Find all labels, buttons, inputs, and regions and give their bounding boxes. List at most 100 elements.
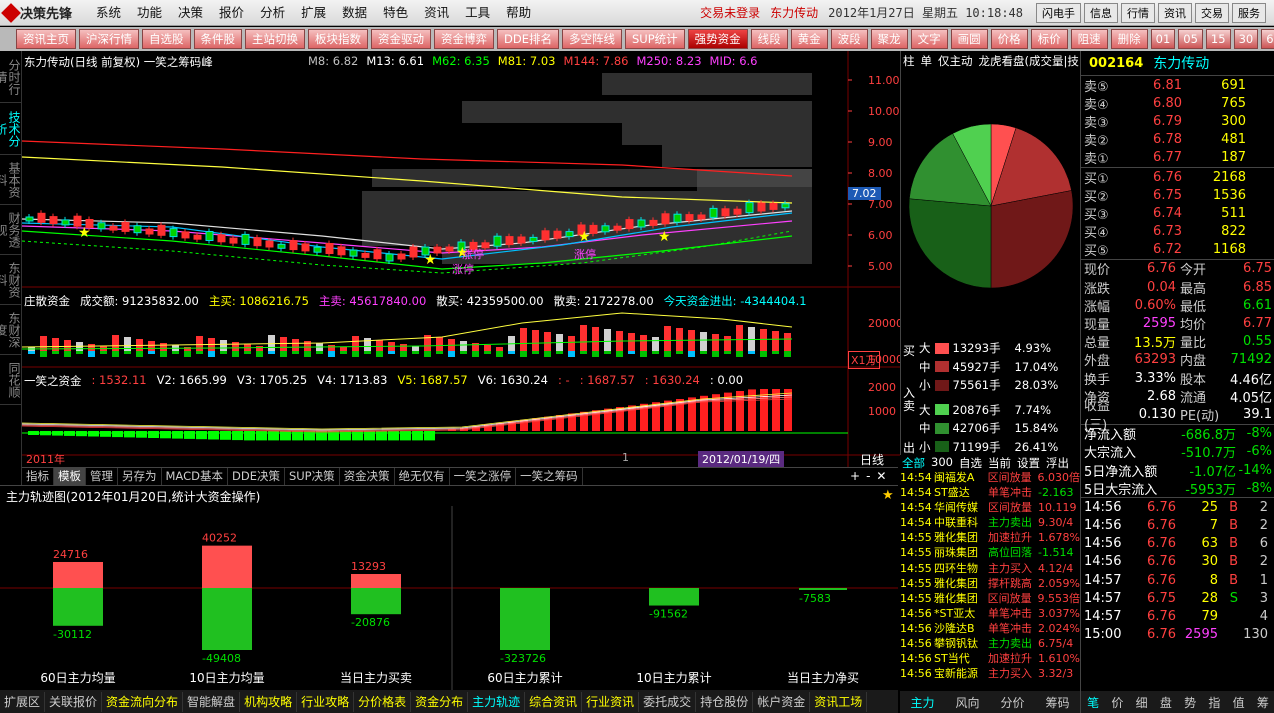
indicator-tab-10[interactable]: 一笑之筹码 <box>516 468 583 485</box>
top-button-5[interactable]: 服务 <box>1232 2 1266 23</box>
toolbar-button-5[interactable]: 板块指数 <box>308 29 368 49</box>
quote-bottom-tab-4[interactable]: 势 <box>1178 694 1202 711</box>
left-tab-3[interactable]: 财务透视 <box>0 205 22 255</box>
pie-tab-3[interactable]: 龙虎看盘(成交量|技 <box>979 53 1079 68</box>
alert-bottom-tab-1[interactable]: 风向 <box>945 694 990 711</box>
pie-tab-0[interactable]: 柱 <box>903 53 915 68</box>
toolbar-button-9[interactable]: 多空阵线 <box>561 29 622 49</box>
alert-tab-1[interactable]: 300 <box>931 455 953 470</box>
toolbar-button-2[interactable]: 自选股 <box>142 29 191 49</box>
quote-bottom-tab-5[interactable]: 指 <box>1202 694 1226 711</box>
indicator-tab-8[interactable]: 绝无仅有 <box>395 468 450 485</box>
menu-item-9[interactable]: 工具 <box>457 0 498 26</box>
toolbar-button-11[interactable]: 强势资金 <box>687 29 748 49</box>
toolbar-button-4[interactable]: 主站切换 <box>245 29 305 49</box>
toolbar-button-19[interactable]: 标价 <box>1030 29 1068 49</box>
quote-bottom-tab-2[interactable]: 细 <box>1130 694 1154 711</box>
toolbar-button-3[interactable]: 条件股 <box>193 29 242 49</box>
alert-row[interactable]: 14:55 丽珠集团 高位回落 -1.514 <box>900 545 1080 560</box>
period-label[interactable]: 日线 <box>860 451 884 468</box>
period-button-4[interactable]: 60 <box>1261 29 1274 49</box>
left-tab-1[interactable]: 技术分析 <box>0 103 22 155</box>
toolbar-button-15[interactable]: 聚龙 <box>870 29 908 49</box>
alert-tab-4[interactable]: 设置 <box>1017 455 1040 470</box>
top-button-4[interactable]: 交易 <box>1195 2 1229 23</box>
alert-row[interactable]: 14:55 雅化集团 撑杆跳高 2.059% <box>900 576 1080 591</box>
indicator-tab-0[interactable]: 指标 <box>22 468 54 485</box>
bottom-tab-0[interactable]: 扩展区 <box>0 691 46 712</box>
top-button-3[interactable]: 资讯 <box>1158 2 1192 23</box>
period-button-3[interactable]: 30 <box>1233 29 1259 49</box>
alert-bottom-tab-0[interactable]: 主力 <box>900 694 945 711</box>
toolbar-button-17[interactable]: 画圆 <box>950 29 988 49</box>
toolbar-button-7[interactable]: 资金博弈 <box>434 29 494 49</box>
indicator-tab-1[interactable]: 模板 <box>54 468 86 485</box>
menu-item-5[interactable]: 扩展 <box>293 0 334 26</box>
zoom-in-button[interactable]: + <box>850 469 860 483</box>
left-tab-5[interactable]: 东财深度 <box>0 305 22 355</box>
alert-bottom-tab-3[interactable]: 筹码 <box>1035 694 1080 711</box>
menu-item-10[interactable]: 帮助 <box>498 0 539 26</box>
bottom-tab-5[interactable]: 行业攻略 <box>297 691 355 712</box>
bottom-tab-4[interactable]: 机构攻略 <box>240 691 298 712</box>
left-tab-4[interactable]: 东财资料 <box>0 255 22 305</box>
period-button-1[interactable]: 05 <box>1178 29 1203 49</box>
indicator-tab-2[interactable]: 管理 <box>86 468 118 485</box>
indicator-tab-9[interactable]: 一笑之涨停 <box>450 468 517 485</box>
top-button-2[interactable]: 行情 <box>1121 2 1155 23</box>
alert-tab-0[interactable]: 全部 <box>902 455 925 470</box>
alert-row[interactable]: 14:56 攀钢钒钛 主力卖出 6.75/4 <box>900 636 1080 651</box>
menu-item-2[interactable]: 决策 <box>170 0 211 26</box>
toolbar-button-21[interactable]: 删除 <box>1110 29 1148 49</box>
left-tab-0[interactable]: 分时行情 <box>0 51 22 103</box>
indicator-tab-4[interactable]: MACD基本 <box>162 468 228 485</box>
menu-item-3[interactable]: 报价 <box>211 0 252 26</box>
kline-chart-area[interactable]: 11.00 10.00 9.00 8.00 7.00 6.00 5.00 ★ ★ ★ ★ ★ 涨停 涨停涨… <box>22 51 900 467</box>
pie-tab-1[interactable]: 单 <box>921 53 933 68</box>
alert-bottom-tab-2[interactable]: 分价 <box>990 694 1035 711</box>
bottom-tab-3[interactable]: 智能解盘 <box>183 691 241 712</box>
menu-item-1[interactable]: 功能 <box>129 0 170 26</box>
indicator-tab-7[interactable]: 资金决策 <box>340 468 395 485</box>
quote-bottom-tab-6[interactable]: 值 <box>1227 694 1251 711</box>
period-button-0[interactable]: 01 <box>1150 29 1176 49</box>
menu-item-4[interactable]: 分析 <box>252 0 293 26</box>
bottom-tab-7[interactable]: 资金分布 <box>411 691 469 712</box>
bottom-tab-14[interactable]: 资讯工场 <box>810 691 868 712</box>
bottom-tab-8[interactable]: 主力轨迹 <box>468 691 526 712</box>
zoom-out-button[interactable]: - <box>866 469 870 483</box>
indicator-tab-3[interactable]: 另存为 <box>118 468 162 485</box>
menu-item-0[interactable]: 系统 <box>88 0 129 26</box>
period-button-2[interactable]: 15 <box>1205 29 1231 49</box>
alert-row[interactable]: 14:54 中联重科 主力卖出 9.30/4 <box>900 515 1080 530</box>
bottom-tab-1[interactable]: 关联报价 <box>45 691 103 712</box>
bottom-tab-12[interactable]: 持仓股份 <box>696 691 754 712</box>
toolbar-button-6[interactable]: 资金驱动 <box>371 29 431 49</box>
alert-row[interactable]: 14:54 ST盛达 单笔冲击 -2.163 <box>900 485 1080 500</box>
login-status[interactable]: 交易未登录 <box>700 4 760 21</box>
alert-row[interactable]: 14:56 宝新能源 主力买入 3.32/3 <box>900 666 1080 681</box>
bottom-tab-6[interactable]: 分价格表 <box>354 691 412 712</box>
alert-row[interactable]: 14:56 沙隆达B 单笔冲击 2.024% <box>900 621 1080 636</box>
toolbar-button-13[interactable]: 黄金 <box>790 29 828 49</box>
toolbar-button-12[interactable]: 线段 <box>750 29 788 49</box>
alert-tab-2[interactable]: 自选 <box>959 455 982 470</box>
toolbar-button-20[interactable]: 阻速 <box>1070 29 1108 49</box>
alert-row[interactable]: 14:55 四环生物 主力买入 4.12/4 <box>900 561 1080 576</box>
quote-bottom-tab-3[interactable]: 盘 <box>1154 694 1178 711</box>
bottom-tab-13[interactable]: 帐户资金 <box>753 691 811 712</box>
toolbar-button-0[interactable]: 资讯主页 <box>16 29 76 49</box>
menu-item-8[interactable]: 资讯 <box>416 0 457 26</box>
alert-row[interactable]: 14:56 *ST亚太 单笔冲击 3.037% <box>900 606 1080 621</box>
left-tab-6[interactable]: 同花顺 <box>0 355 22 405</box>
alert-row[interactable]: 14:54 华闻传媒 区间放量 10.119 <box>900 500 1080 515</box>
bottom-tab-2[interactable]: 资金流向分布 <box>102 691 184 712</box>
top-button-0[interactable]: 闪电手 <box>1036 2 1081 23</box>
bottom-tab-9[interactable]: 综合资讯 <box>525 691 583 712</box>
pie-tab-2[interactable]: 仅主动 <box>938 53 973 68</box>
toolbar-button-18[interactable]: 价格 <box>990 29 1028 49</box>
close-icon[interactable]: ✕ <box>876 469 886 483</box>
toolbar-button-14[interactable]: 波段 <box>830 29 868 49</box>
indicator-tab-6[interactable]: SUP决策 <box>285 468 340 485</box>
top-button-1[interactable]: 信息 <box>1084 2 1118 23</box>
